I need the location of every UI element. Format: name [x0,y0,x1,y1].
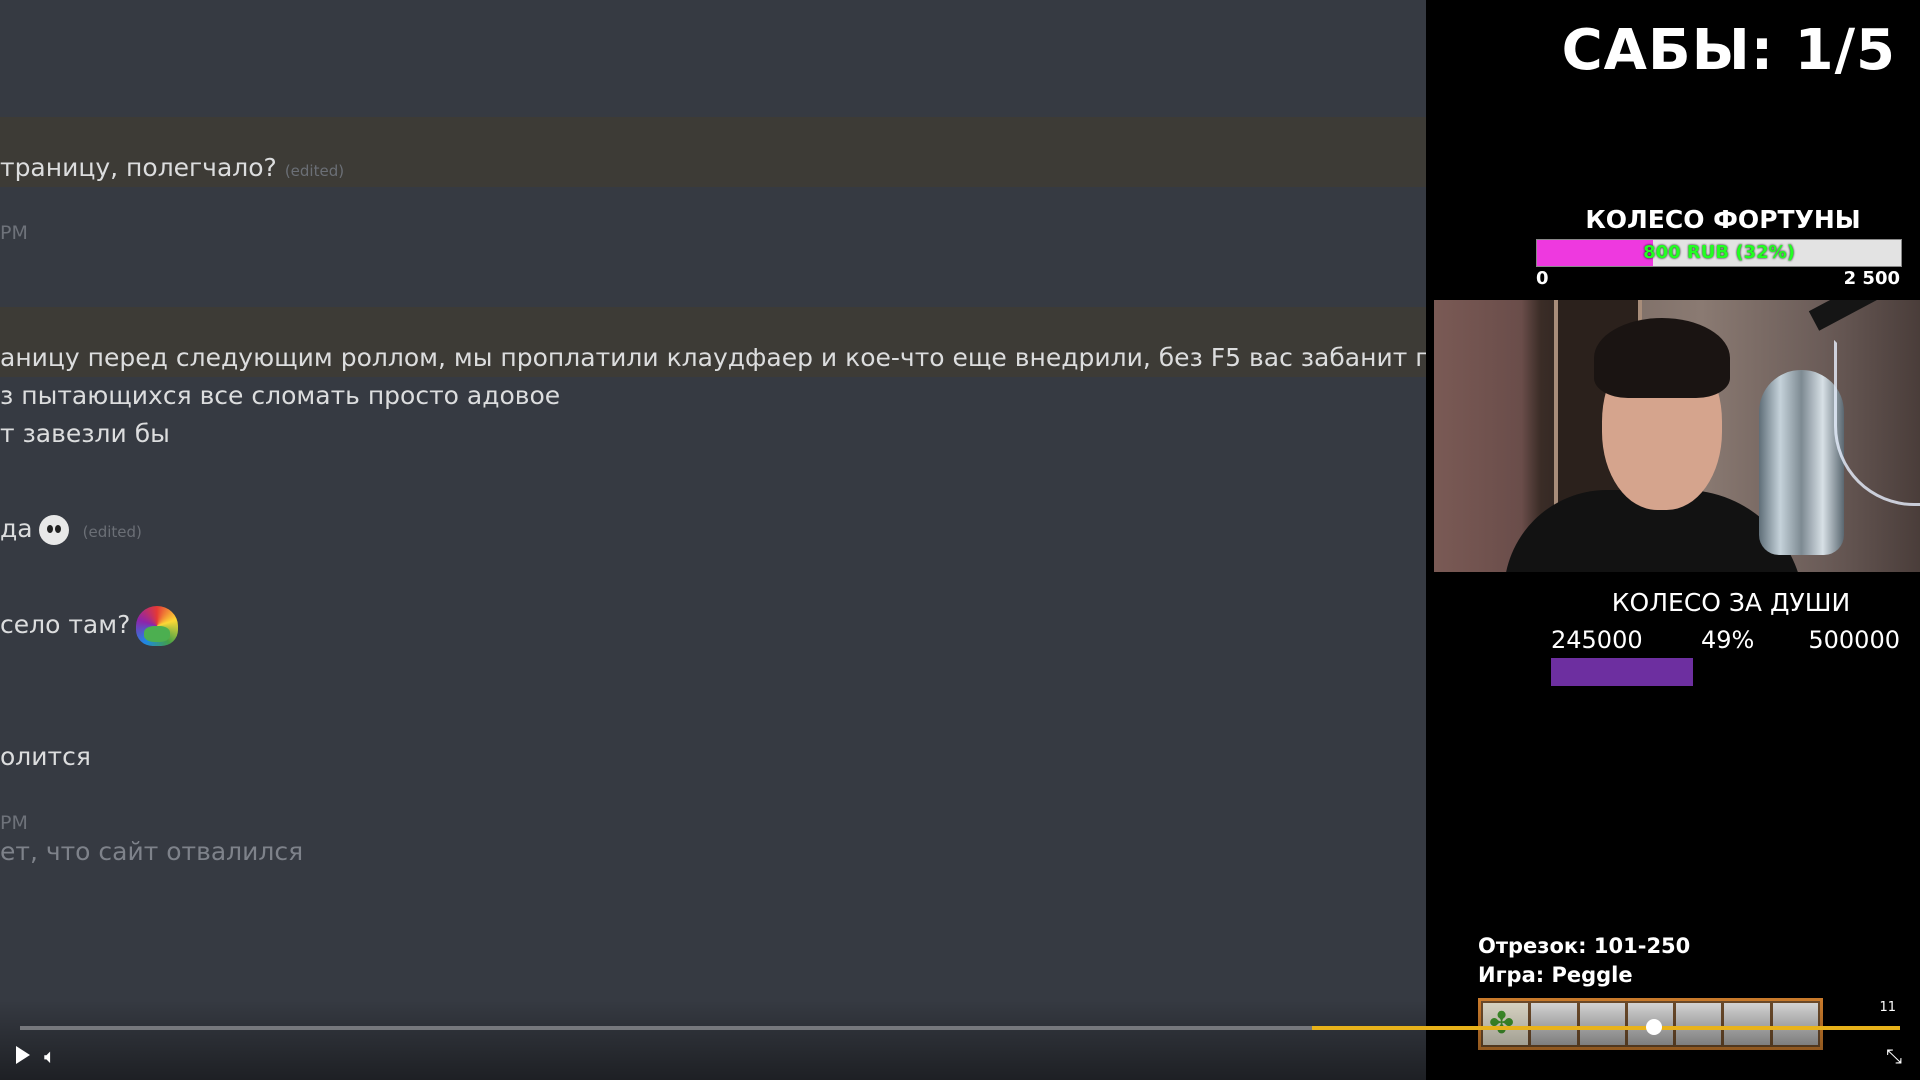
chat-message: траницу, полегчало? (edited) [0,153,344,186]
fortune-max-label: 2 500 [1843,268,1900,289]
chat-area: траницу, полегчало? (edited) PM аницу пер… [0,0,1426,1080]
stream-overlay: САБЫ: 1/5 КОЛЕСО ФОРТУНЫ 800 RUB (32%) 0… [1426,0,1920,1080]
message-text: траницу, полегчало? [0,153,277,182]
edited-label: (edited) [284,162,345,180]
play-icon[interactable] [16,1046,30,1064]
chat-message: да (edited) [0,514,142,547]
edited-label: (edited) [82,523,142,541]
fortune-progress-bar: 800 RUB (32%) [1536,239,1902,267]
message-text: село там? [0,610,131,639]
souls-wheel-title: КОЛЕСО ЗА ДУШИ [1611,588,1851,617]
game-label: Игра: Peggle [1478,963,1633,987]
souls-percent: 49% [1701,626,1755,654]
message-text: да [0,514,33,543]
seek-bar-buffered [1312,1026,1900,1030]
souls-target: 500000 [1808,626,1900,654]
rainbow-pepe-emoji-icon [136,606,179,646]
fortune-wheel-title: КОЛЕСО ФОРТУНЫ [1585,205,1861,234]
microphone [1759,370,1844,555]
webcam-feed [1434,300,1920,572]
chat-message: т завезли бы [0,419,170,448]
chat-message: ет, что сайт отвалился [0,837,304,866]
chat-message: з пытающихся все сломать просто адовое [0,381,561,410]
fortune-progress-text: 800 RUB (32%) [1643,242,1795,263]
fortune-min-label: 0 [1536,268,1549,289]
smiley-emoji-icon [38,515,69,545]
subs-counter: САБЫ: 1/5 [1561,18,1896,83]
chat-message: олится [0,742,91,771]
webcam-person-hair [1594,318,1730,398]
chat-message: аницу перед следующим роллом, мы проплат… [0,343,1426,372]
souls-progress-bar [1551,658,1899,686]
timestamp: PM [0,222,28,244]
video-controls: 11 🔈︎ ⤡ [0,1000,1920,1080]
seek-handle[interactable] [1646,1019,1662,1035]
segment-label: Отрезок: 101-250 [1478,934,1691,958]
volume-value: 11 [1879,1000,1896,1015]
mic-arm [1808,300,1920,331]
souls-current: 245000 [1551,626,1643,654]
exit-fullscreen-icon[interactable]: ⤡ [1886,1044,1902,1068]
volume-icon[interactable]: 🔈︎ [44,1044,56,1068]
mic-cable [1834,340,1920,506]
timestamp: PM [0,812,28,834]
souls-progress-fill [1551,658,1693,686]
chat-message: село там? [0,606,179,646]
